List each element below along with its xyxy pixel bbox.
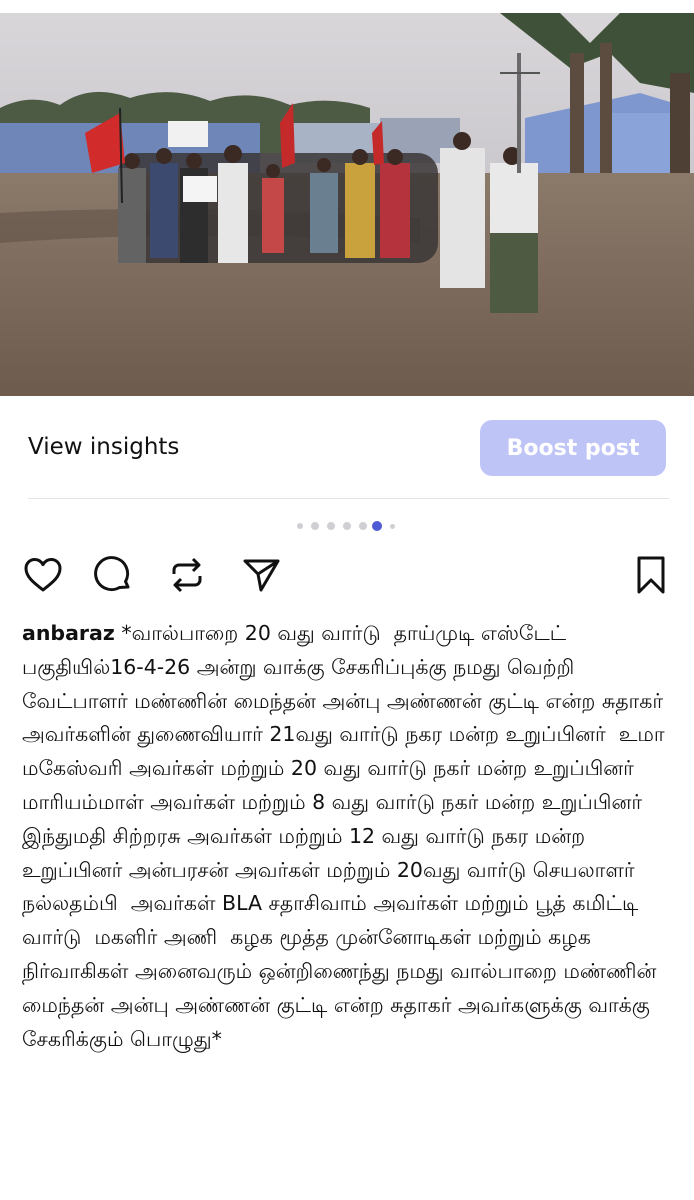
post-photo[interactable] [0, 13, 694, 396]
send-icon [243, 559, 280, 592]
carousel-dot [359, 522, 367, 530]
insights-row: View insights Boost post [0, 396, 694, 500]
repost-icon [172, 557, 202, 593]
view-insights-link[interactable]: View insights [28, 434, 179, 460]
action-bar [0, 552, 694, 602]
bookmark-icon [637, 556, 665, 594]
post-caption: anbaraz *வால்பாறை 20 வது வார்டு தாய்முடி… [22, 617, 674, 1056]
save-button[interactable] [628, 552, 674, 598]
comment-icon [94, 556, 130, 592]
carousel-indicator [0, 520, 694, 532]
carousel-dot [297, 523, 303, 529]
carousel-dot-active [372, 521, 382, 531]
caption-text: *வால்பாறை 20 வது வார்டு தாய்முடி எஸ்டேட்… [22, 621, 672, 1051]
carousel-dot [343, 522, 351, 530]
carousel-dot [327, 522, 335, 530]
divider [28, 498, 669, 499]
like-button[interactable] [20, 552, 66, 598]
comment-button[interactable] [90, 552, 136, 598]
share-button[interactable] [238, 552, 284, 598]
carousel-dot [311, 522, 319, 530]
carousel-dot [390, 524, 395, 529]
repost-button[interactable] [164, 552, 210, 598]
heart-icon [24, 558, 62, 592]
photo-illustration [0, 13, 694, 396]
boost-post-button[interactable]: Boost post [480, 420, 666, 476]
username-link[interactable]: anbaraz [22, 621, 115, 645]
